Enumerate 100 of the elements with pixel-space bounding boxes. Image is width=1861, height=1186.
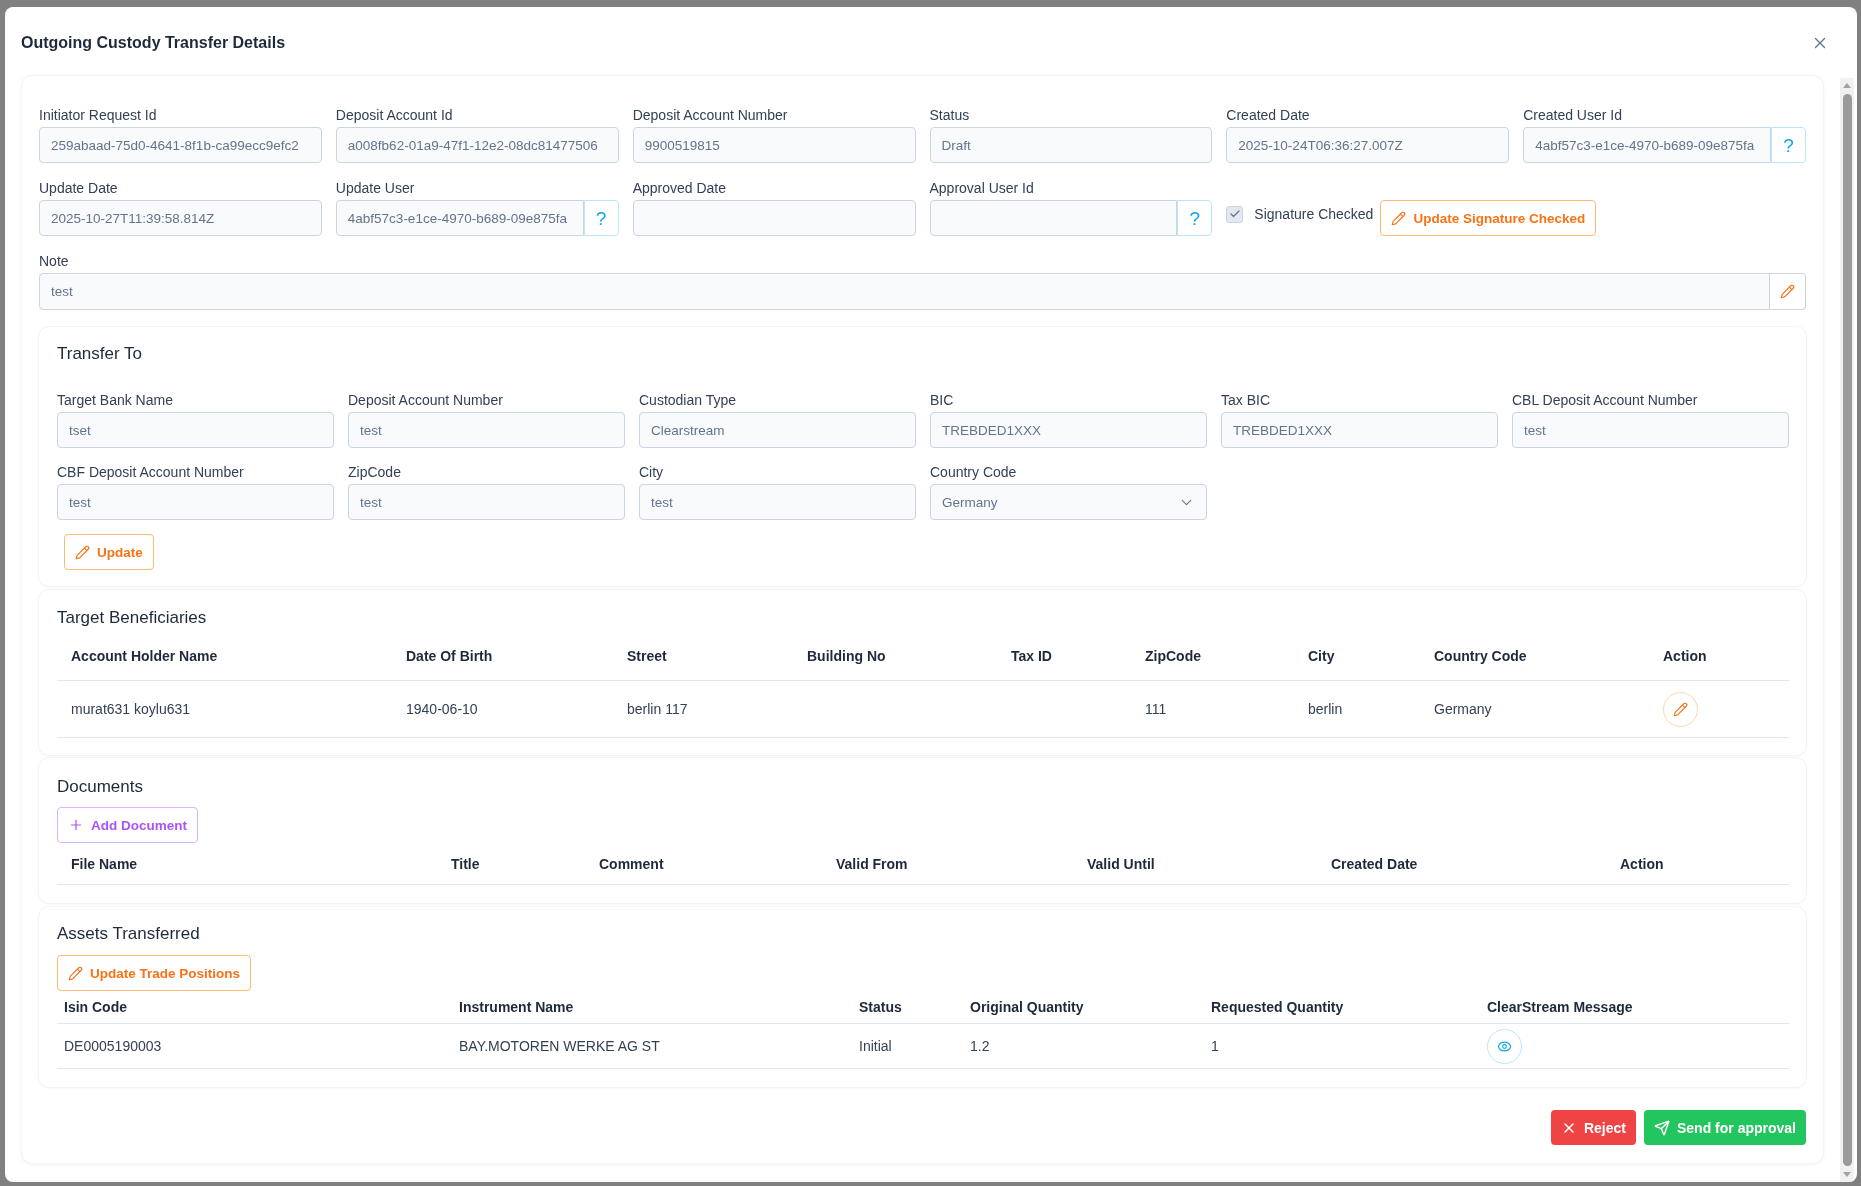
field-label: Update User xyxy=(335,179,415,198)
input-field[interactable]: test xyxy=(348,412,625,448)
reject-button[interactable]: Reject xyxy=(1550,1110,1636,1145)
column-header: Instrument Name xyxy=(459,999,574,1015)
column-header: Valid From xyxy=(836,855,908,872)
update-button[interactable]: Update Signature Checked xyxy=(1380,200,1597,236)
scroll-down-icon xyxy=(1843,1172,1851,1177)
field-label: Initiator Request Id xyxy=(39,106,157,125)
scrollbar[interactable] xyxy=(1840,78,1854,1182)
input-field[interactable] xyxy=(632,200,916,236)
view-button[interactable] xyxy=(1487,1028,1522,1064)
table-cell: Germany xyxy=(1434,701,1492,717)
table-cell: Initial xyxy=(859,1038,892,1054)
help-button[interactable]: ? xyxy=(1771,127,1806,163)
pencil-icon xyxy=(68,965,83,981)
scroll-up-icon xyxy=(1843,83,1851,88)
input-field[interactable]: tset xyxy=(57,412,334,448)
column-header: Comment xyxy=(599,855,664,872)
column-header: ClearStream Message xyxy=(1487,999,1633,1015)
input-field[interactable]: test xyxy=(348,484,625,520)
input-field[interactable]: TREBDED1XXX xyxy=(1221,412,1498,448)
field-label: CBL Deposit Account Number xyxy=(1512,391,1698,410)
input-field[interactable]: 4abf57c3-e1ce-4970-b689-09e875fa xyxy=(1523,127,1771,163)
column-header: Original Quantity xyxy=(970,999,1084,1015)
field-label: CBF Deposit Account Number xyxy=(57,463,244,482)
field-label: Status xyxy=(929,106,970,125)
eye-icon xyxy=(1497,1038,1512,1054)
section-title: Transfer To xyxy=(57,343,143,365)
column-header: Country Code xyxy=(1434,647,1527,664)
column-header: Action xyxy=(1620,855,1664,872)
field-label: Created User Id xyxy=(1523,106,1622,125)
field-label: ZipCode xyxy=(348,463,401,482)
input-field[interactable]: test xyxy=(57,484,334,520)
pencil-icon xyxy=(75,544,90,560)
section-title: Target Beneficiaries xyxy=(57,607,207,629)
input-field[interactable]: 9900519815 xyxy=(632,127,916,163)
field-label: Country Code xyxy=(930,463,1017,482)
field-label: Deposit Account Number xyxy=(348,391,503,410)
field-label: Created Date xyxy=(1226,106,1310,125)
select-field[interactable]: Germany xyxy=(930,484,1207,520)
field-label: Deposit Account Id xyxy=(335,106,453,125)
input-field[interactable]: test xyxy=(639,484,916,520)
column-header: ZipCode xyxy=(1145,647,1201,664)
field-label: Deposit Account Number xyxy=(632,106,788,125)
column-header: Account Holder Name xyxy=(71,647,218,664)
column-header: Status xyxy=(859,999,902,1015)
field-label: Custodian Type xyxy=(639,391,737,410)
input-field[interactable]: 2025-10-27T11:39:58.814Z xyxy=(39,200,322,236)
input-field[interactable]: a008fb62-01a9-47f1-12e2-08dc81477506 xyxy=(335,127,619,163)
column-header: Isin Code xyxy=(64,999,127,1015)
column-header: Date Of Birth xyxy=(406,647,493,664)
column-header: Street xyxy=(627,647,667,664)
pencil-icon xyxy=(1673,701,1688,717)
field-label: Approved Date xyxy=(632,179,727,198)
section-title: Documents xyxy=(57,776,143,798)
update-button[interactable]: Update Trade Positions xyxy=(57,955,252,991)
input-field[interactable]: 2025-10-24T06:36:27.007Z xyxy=(1226,127,1510,163)
input-field[interactable]: test xyxy=(39,273,1770,310)
checkbox[interactable] xyxy=(1226,205,1244,223)
column-header: File Name xyxy=(71,855,138,872)
field-label: Target Bank Name xyxy=(57,391,173,410)
table-cell: 1940-06-10 xyxy=(406,701,478,717)
column-header: City xyxy=(1308,647,1335,664)
column-header: Action xyxy=(1663,647,1707,664)
table-cell: 1.2 xyxy=(970,1038,990,1054)
field-label: Note xyxy=(39,252,69,271)
dialog-title: Outgoing Custody Transfer Details xyxy=(21,32,286,53)
input-field[interactable]: 4abf57c3-e1ce-4970-b689-09e875fa xyxy=(335,200,584,236)
table-cell: berlin xyxy=(1308,701,1343,717)
column-header: Title xyxy=(451,855,480,872)
column-header: Created Date xyxy=(1331,855,1418,872)
column-header: Requested Quantity xyxy=(1211,999,1344,1015)
column-header: Tax ID xyxy=(1011,647,1052,664)
field-label: Update Date xyxy=(39,179,118,198)
update-button[interactable]: Update xyxy=(64,534,154,570)
field-label: Tax BIC xyxy=(1221,391,1270,410)
plus-icon xyxy=(68,817,84,833)
pencil-icon xyxy=(1780,284,1795,299)
input-field[interactable]: Clearstream xyxy=(639,412,916,448)
table-cell: DE0005190003 xyxy=(64,1038,162,1054)
paper-plane-icon xyxy=(1653,1119,1670,1136)
table-cell: BAY.MOTOREN WERKE AG ST xyxy=(459,1038,660,1054)
table-cell: murat631 koylu631 xyxy=(71,701,191,717)
table-cell: 1 xyxy=(1211,1038,1219,1054)
checkbox-label: Signature Checked xyxy=(1254,205,1374,224)
input-field[interactable]: Draft xyxy=(929,127,1213,163)
column-header: Building No xyxy=(807,647,886,664)
input-field[interactable] xyxy=(929,200,1178,236)
pencil-icon xyxy=(1391,210,1407,226)
edit-button[interactable] xyxy=(1663,691,1698,727)
scrollbar-thumb[interactable] xyxy=(1842,94,1852,1166)
help-button[interactable]: ? xyxy=(583,200,619,236)
edit-button[interactable] xyxy=(1770,273,1806,310)
input-field[interactable]: 259abaad-75d0-4641-8f1b-ca99ecc9efc2 xyxy=(39,127,322,163)
add-document-button[interactable]: Add Document xyxy=(57,807,198,843)
check-icon xyxy=(1228,208,1241,220)
input-field[interactable]: TREBDED1XXX xyxy=(930,412,1207,448)
help-button[interactable]: ? xyxy=(1177,200,1213,236)
field-label: City xyxy=(639,463,664,482)
input-field[interactable]: test xyxy=(1512,412,1789,448)
